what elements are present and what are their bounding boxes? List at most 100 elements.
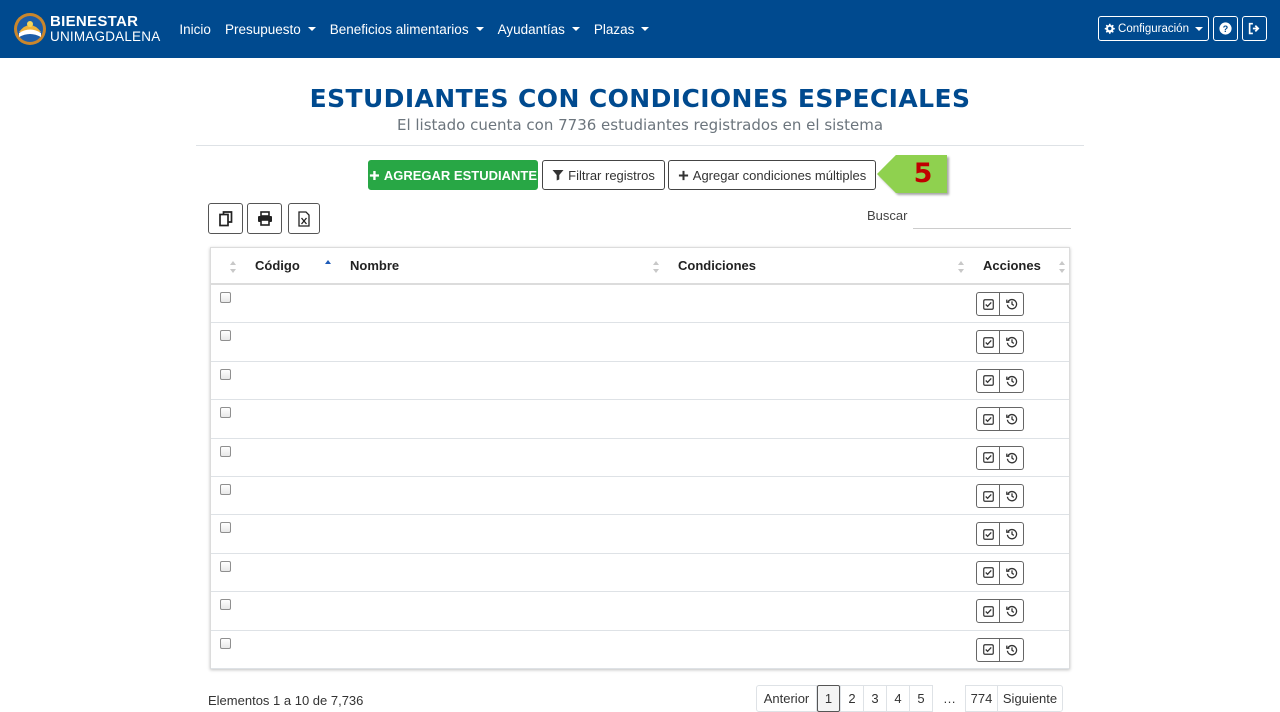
- nav-item-plazas[interactable]: Plazas: [594, 22, 650, 37]
- nav-item-presupuesto[interactable]: Presupuesto: [225, 22, 316, 37]
- row-checkbox[interactable]: [220, 368, 231, 380]
- sort-both-icon[interactable]: [1058, 260, 1066, 274]
- row-checkbox[interactable]: [220, 445, 231, 457]
- brand[interactable]: BIENESTAR UNIMAGDALENA: [13, 12, 160, 46]
- nav-item-beneficios-alimentarios[interactable]: Beneficios alimentarios: [330, 22, 484, 37]
- sort-both-icon[interactable]: [957, 260, 965, 274]
- pagination-page-4[interactable]: 4: [886, 685, 910, 712]
- pagination-page-2[interactable]: 2: [840, 685, 864, 712]
- pagination-ellipsis: …: [933, 685, 966, 712]
- row-checkbox[interactable]: [220, 522, 231, 534]
- history-button[interactable]: [1000, 560, 1024, 585]
- filter-records-button[interactable]: Filtrar registros: [542, 160, 665, 190]
- row-checkbox[interactable]: [220, 637, 231, 649]
- row-actions: [976, 445, 1024, 470]
- print-button[interactable]: [247, 203, 282, 234]
- edit-conditions-button[interactable]: [976, 522, 1000, 547]
- row-actions: [976, 330, 1024, 355]
- column-header-condiciones[interactable]: Condiciones: [678, 248, 756, 284]
- nav-label: Inicio: [179, 21, 211, 37]
- table-header: Código Nombre Condiciones Acciones: [211, 248, 1069, 285]
- table-row: [211, 477, 1069, 516]
- table-row: [211, 515, 1069, 554]
- add-multiple-conditions-button[interactable]: Agregar condiciones múltiples: [668, 160, 876, 190]
- history-icon: [1005, 414, 1017, 425]
- history-button[interactable]: [1000, 522, 1024, 547]
- row-actions: [976, 484, 1024, 508]
- history-icon: [1005, 606, 1017, 617]
- help-button[interactable]: ?: [1213, 16, 1238, 41]
- nav-item-inicio[interactable]: Inicio: [179, 22, 211, 37]
- row-checkbox[interactable]: [220, 292, 231, 303]
- export-excel-button[interactable]: [288, 203, 320, 234]
- logout-button[interactable]: [1242, 16, 1267, 41]
- sort-both-icon[interactable]: [229, 260, 237, 274]
- pagination-page-1[interactable]: 1: [817, 685, 840, 712]
- row-checkbox[interactable]: [220, 560, 231, 572]
- table-info: Elementos 1 a 10 de 7,736: [208, 693, 364, 708]
- check-square-icon: [982, 452, 994, 463]
- filter-icon: [552, 170, 564, 181]
- configuracion-button[interactable]: Configuración: [1098, 16, 1209, 41]
- row-actions: [976, 637, 1024, 662]
- page-title: ESTUDIANTES CON CONDICIONES ESPECIALES: [309, 84, 971, 113]
- table-row: [211, 554, 1069, 593]
- row-actions: [976, 292, 1024, 316]
- nav-label: Plazas: [593, 21, 635, 37]
- edit-conditions-button[interactable]: [976, 292, 1000, 316]
- history-button[interactable]: [1000, 330, 1024, 355]
- history-button[interactable]: [1000, 445, 1024, 470]
- edit-conditions-button[interactable]: [976, 484, 1000, 508]
- history-button[interactable]: [1000, 637, 1024, 662]
- print-icon: [257, 211, 272, 226]
- edit-conditions-button[interactable]: [976, 368, 1000, 393]
- pagination: Anterior 1 2 3 4 5 … 774 Siguiente: [756, 685, 1063, 712]
- row-checkbox[interactable]: [220, 484, 231, 495]
- divider: [196, 145, 1084, 146]
- table-row: [211, 439, 1069, 477]
- add-student-button[interactable]: AGREGAR ESTUDIANTE: [368, 160, 538, 190]
- history-button[interactable]: [1000, 368, 1024, 393]
- nav-item-ayudantias[interactable]: Ayudantías: [498, 22, 580, 37]
- sign-out-icon: [1248, 22, 1260, 35]
- pagination-previous[interactable]: Anterior: [756, 685, 817, 712]
- edit-conditions-button[interactable]: [976, 599, 1000, 624]
- history-button[interactable]: [1000, 407, 1024, 432]
- nav-label: Presupuesto: [224, 21, 301, 37]
- column-header-acciones[interactable]: Acciones: [983, 248, 1041, 284]
- edit-conditions-button[interactable]: [976, 407, 1000, 432]
- edit-conditions-button[interactable]: [976, 560, 1000, 585]
- search-input[interactable]: [913, 201, 1071, 229]
- pagination-page-3[interactable]: 3: [863, 685, 887, 712]
- step-callout-arrow: 5: [877, 155, 947, 193]
- edit-conditions-button[interactable]: [976, 445, 1000, 470]
- sort-asc-icon[interactable]: [324, 259, 332, 273]
- row-checkbox[interactable]: [220, 407, 231, 419]
- row-checkbox[interactable]: [220, 599, 231, 611]
- copy-icon: [218, 210, 232, 226]
- edit-conditions-button[interactable]: [976, 637, 1000, 662]
- page-subtitle: El listado cuenta con 7736 estudiantes r…: [396, 116, 884, 134]
- history-button[interactable]: [1000, 599, 1024, 624]
- history-icon: [1005, 337, 1017, 348]
- row-actions: [976, 522, 1024, 547]
- sort-both-icon[interactable]: [652, 260, 660, 274]
- caret-down-icon: [571, 27, 580, 31]
- history-icon: [1005, 452, 1017, 463]
- edit-conditions-button[interactable]: [976, 330, 1000, 355]
- column-header-codigo[interactable]: Código: [255, 248, 300, 284]
- top-navbar: BIENESTAR UNIMAGDALENA Inicio Presupuest…: [0, 0, 1280, 58]
- column-header-nombre[interactable]: Nombre: [350, 248, 399, 284]
- caret-down-icon: [1194, 26, 1203, 31]
- copy-button[interactable]: [208, 203, 243, 234]
- pagination-next[interactable]: Siguiente: [997, 685, 1063, 712]
- check-square-icon: [982, 644, 994, 655]
- pagination-page-5[interactable]: 5: [909, 685, 933, 712]
- pagination-page-last[interactable]: 774: [965, 685, 998, 712]
- row-actions: [976, 407, 1024, 432]
- row-checkbox[interactable]: [220, 330, 231, 342]
- nav-label: Beneficios alimentarios: [329, 21, 469, 37]
- history-button[interactable]: [1000, 484, 1024, 508]
- history-button[interactable]: [1000, 292, 1024, 316]
- row-actions: [976, 599, 1024, 624]
